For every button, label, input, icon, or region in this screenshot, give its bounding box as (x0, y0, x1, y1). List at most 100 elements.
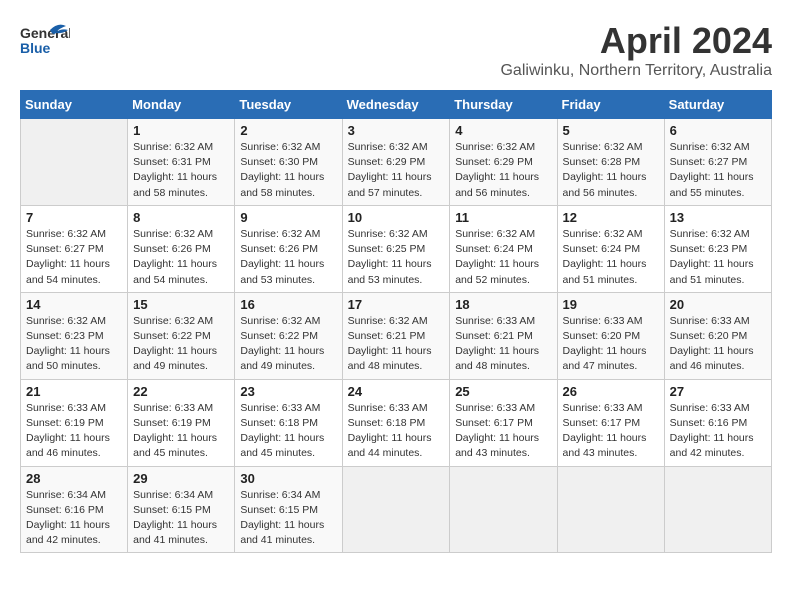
day-info: Sunrise: 6:32 AMSunset: 6:25 PMDaylight:… (348, 227, 445, 288)
calendar-cell: 14Sunrise: 6:32 AMSunset: 6:23 PMDayligh… (21, 292, 128, 379)
day-info: Sunrise: 6:32 AMSunset: 6:24 PMDaylight:… (563, 227, 659, 288)
calendar-week-row: 7 Sunrise: 6:32 AMSunset: 6:27 PMDaylight… (21, 205, 772, 292)
logo: General Blue (20, 20, 70, 70)
day-number: 6 (670, 123, 766, 138)
calendar-cell: 22 Sunrise: 6:33 AMSunset: 6:19 PMDayligh… (128, 379, 235, 466)
logo-icon: General Blue (20, 20, 70, 70)
weekday-header-thursday: Thursday (450, 91, 557, 119)
calendar-cell (21, 119, 128, 206)
day-info: Sunrise: 6:32 AMSunset: 6:27 PMDaylight:… (670, 140, 766, 201)
day-info: Sunrise: 6:32 AMSunset: 6:27 PMDaylight:… (26, 227, 122, 288)
day-info: Sunrise: 6:33 AMSunset: 6:16 PMDaylight:… (670, 401, 766, 462)
day-number: 23 (240, 384, 336, 399)
day-number: 9 (240, 210, 336, 225)
calendar-cell: 25 Sunrise: 6:33 AMSunset: 6:17 PMDayligh… (450, 379, 557, 466)
calendar-cell: 2 Sunrise: 6:32 AMSunset: 6:30 PMDaylight… (235, 119, 342, 206)
calendar-cell: 1 Sunrise: 6:32 AMSunset: 6:31 PMDaylight… (128, 119, 235, 206)
day-number: 22 (133, 384, 229, 399)
calendar-cell: 12 Sunrise: 6:32 AMSunset: 6:24 PMDayligh… (557, 205, 664, 292)
calendar-table: SundayMondayTuesdayWednesdayThursdayFrid… (20, 90, 772, 553)
calendar-cell: 17 Sunrise: 6:32 AMSunset: 6:21 PMDayligh… (342, 292, 450, 379)
title-section: April 2024 Galiwinku, Northern Territory… (500, 20, 772, 80)
day-info: Sunrise: 6:32 AMSunset: 6:31 PMDaylight:… (133, 140, 229, 201)
day-number: 21 (26, 384, 122, 399)
day-info: Sunrise: 6:33 AMSunset: 6:19 PMDaylight:… (133, 401, 229, 462)
day-number: 13 (670, 210, 766, 225)
calendar-cell: 23 Sunrise: 6:33 AMSunset: 6:18 PMDayligh… (235, 379, 342, 466)
day-info: Sunrise: 6:32 AMSunset: 6:24 PMDaylight:… (455, 227, 551, 288)
calendar-cell: 21Sunrise: 6:33 AMSunset: 6:19 PMDayligh… (21, 379, 128, 466)
weekday-header-sunday: Sunday (21, 91, 128, 119)
calendar-cell: 24 Sunrise: 6:33 AMSunset: 6:18 PMDayligh… (342, 379, 450, 466)
day-number: 18 (455, 297, 551, 312)
location-subtitle: Galiwinku, Northern Territory, Australia (500, 62, 772, 80)
calendar-header-row: SundayMondayTuesdayWednesdayThursdayFrid… (21, 91, 772, 119)
day-number: 24 (348, 384, 445, 399)
svg-text:Blue: Blue (20, 40, 51, 56)
day-number: 28 (26, 471, 122, 486)
calendar-cell: 8Sunrise: 6:32 AMSunset: 6:26 PMDaylight… (128, 205, 235, 292)
calendar-cell: 16Sunrise: 6:32 AMSunset: 6:22 PMDayligh… (235, 292, 342, 379)
calendar-cell (664, 466, 771, 553)
day-info: Sunrise: 6:32 AMSunset: 6:29 PMDaylight:… (455, 140, 551, 201)
calendar-cell: 28 Sunrise: 6:34 AMSunset: 6:16 PMDayligh… (21, 466, 128, 553)
calendar-cell: 15 Sunrise: 6:32 AMSunset: 6:22 PMDayligh… (128, 292, 235, 379)
day-number: 15 (133, 297, 229, 312)
day-number: 14 (26, 297, 122, 312)
day-info: Sunrise: 6:33 AMSunset: 6:21 PMDaylight:… (455, 314, 551, 375)
day-number: 3 (348, 123, 445, 138)
day-info: Sunrise: 6:32 AMSunset: 6:21 PMDaylight:… (348, 314, 445, 375)
calendar-cell: 27 Sunrise: 6:33 AMSunset: 6:16 PMDayligh… (664, 379, 771, 466)
calendar-week-row: 1 Sunrise: 6:32 AMSunset: 6:31 PMDaylight… (21, 119, 772, 206)
calendar-cell (450, 466, 557, 553)
calendar-cell: 30 Sunrise: 6:34 AMSunset: 6:15 PMDayligh… (235, 466, 342, 553)
day-number: 1 (133, 123, 229, 138)
day-info: Sunrise: 6:34 AMSunset: 6:16 PMDaylight:… (26, 488, 122, 549)
calendar-cell: 11 Sunrise: 6:32 AMSunset: 6:24 PMDayligh… (450, 205, 557, 292)
page-header: General Blue April 2024 Galiwinku, North… (20, 20, 772, 80)
day-number: 17 (348, 297, 445, 312)
calendar-week-row: 21 Sunrise: 6:33 AMSunset: 6:19 PMDayligh… (21, 379, 772, 466)
calendar-cell: 26 Sunrise: 6:33 AMSunset: 6:17 PMDayligh… (557, 379, 664, 466)
day-info: Sunrise: 6:33 AMSunset: 6:20 PMDaylight:… (670, 314, 766, 375)
day-number: 2 (240, 123, 336, 138)
calendar-week-row: 28 Sunrise: 6:34 AMSunset: 6:16 PMDayligh… (21, 466, 772, 553)
day-number: 30 (240, 471, 336, 486)
calendar-cell: 7 Sunrise: 6:32 AMSunset: 6:27 PMDaylight… (21, 205, 128, 292)
calendar-cell: 3 Sunrise: 6:32 AMSunset: 6:29 PMDaylight… (342, 119, 450, 206)
day-number: 11 (455, 210, 551, 225)
day-number: 10 (348, 210, 445, 225)
calendar-cell: 18 Sunrise: 6:33 AMSunset: 6:21 PMDayligh… (450, 292, 557, 379)
day-info: Sunrise: 6:33 AMSunset: 6:18 PMDaylight:… (348, 401, 445, 462)
day-info: Sunrise: 6:33 AMSunset: 6:17 PMDaylight:… (455, 401, 551, 462)
day-info: Sunrise: 6:34 AMSunset: 6:15 PMDaylight:… (133, 488, 229, 549)
day-info: Sunrise: 6:32 AMSunset: 6:23 PMDaylight:… (670, 227, 766, 288)
calendar-cell: 4Sunrise: 6:32 AMSunset: 6:29 PMDaylight… (450, 119, 557, 206)
weekday-header-saturday: Saturday (664, 91, 771, 119)
day-number: 29 (133, 471, 229, 486)
weekday-header-monday: Monday (128, 91, 235, 119)
calendar-cell: 29 Sunrise: 6:34 AMSunset: 6:15 PMDayligh… (128, 466, 235, 553)
day-info: Sunrise: 6:33 AMSunset: 6:20 PMDaylight:… (563, 314, 659, 375)
day-info: Sunrise: 6:32 AMSunset: 6:26 PMDaylight:… (240, 227, 336, 288)
day-info: Sunrise: 6:32 AMSunset: 6:28 PMDaylight:… (563, 140, 659, 201)
day-info: Sunrise: 6:32 AMSunset: 6:30 PMDaylight:… (240, 140, 336, 201)
calendar-cell: 13 Sunrise: 6:32 AMSunset: 6:23 PMDayligh… (664, 205, 771, 292)
day-info: Sunrise: 6:32 AMSunset: 6:29 PMDaylight:… (348, 140, 445, 201)
calendar-week-row: 14Sunrise: 6:32 AMSunset: 6:23 PMDayligh… (21, 292, 772, 379)
weekday-header-tuesday: Tuesday (235, 91, 342, 119)
weekday-header-friday: Friday (557, 91, 664, 119)
day-info: Sunrise: 6:32 AMSunset: 6:22 PMDaylight:… (133, 314, 229, 375)
calendar-cell: 6 Sunrise: 6:32 AMSunset: 6:27 PMDaylight… (664, 119, 771, 206)
day-number: 12 (563, 210, 659, 225)
calendar-cell: 9 Sunrise: 6:32 AMSunset: 6:26 PMDaylight… (235, 205, 342, 292)
day-number: 26 (563, 384, 659, 399)
day-number: 27 (670, 384, 766, 399)
day-number: 25 (455, 384, 551, 399)
day-info: Sunrise: 6:33 AMSunset: 6:18 PMDaylight:… (240, 401, 336, 462)
day-info: Sunrise: 6:33 AMSunset: 6:17 PMDaylight:… (563, 401, 659, 462)
calendar-cell: 19Sunrise: 6:33 AMSunset: 6:20 PMDayligh… (557, 292, 664, 379)
day-number: 7 (26, 210, 122, 225)
month-title: April 2024 (500, 20, 772, 62)
day-info: Sunrise: 6:34 AMSunset: 6:15 PMDaylight:… (240, 488, 336, 549)
